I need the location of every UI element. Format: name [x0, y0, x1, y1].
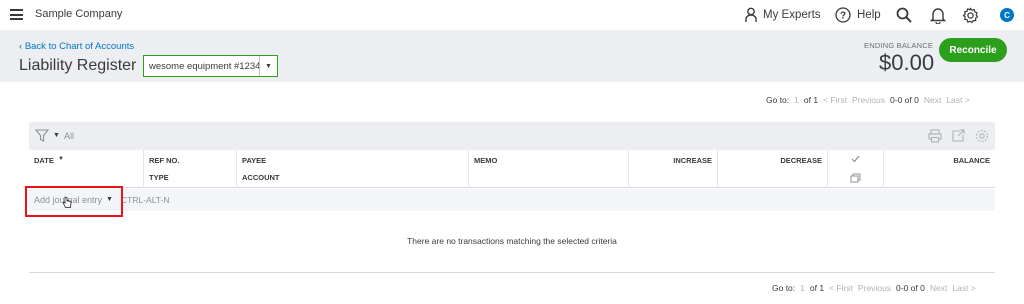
header-type: TYPE — [149, 173, 169, 182]
print-icon[interactable] — [928, 129, 942, 143]
hand-cursor-icon — [62, 196, 72, 208]
empty-state-message: There are no transactions matching the s… — [407, 236, 617, 246]
export-icon[interactable] — [951, 129, 965, 143]
search-button[interactable] — [896, 0, 912, 30]
col-increase[interactable]: INCREASE — [629, 150, 718, 188]
goto-label: Go to: — [766, 95, 790, 105]
pager-top: Go to: 1 of 1 < First Previous 0-0 of 0 … — [766, 93, 975, 107]
register-header: ‹ Back to Chart of Accounts Liability Re… — [0, 30, 1024, 82]
account-select-value: wesome equipment #1234 — [149, 60, 261, 72]
range-label: 0-0 of 0 — [896, 283, 925, 293]
notifications-button[interactable] — [930, 0, 946, 30]
svg-text:?: ? — [840, 11, 846, 22]
back-link[interactable]: ‹ Back to Chart of Accounts — [19, 41, 134, 52]
company-name: Sample Company — [35, 8, 123, 20]
last-page-link[interactable]: Last > — [952, 283, 975, 293]
last-page-link[interactable]: Last > — [946, 95, 969, 105]
back-link-label: Back to Chart of Accounts — [24, 41, 135, 52]
goto-page-input[interactable]: 1 — [794, 95, 799, 105]
hamburger-icon[interactable] — [10, 9, 23, 20]
header-decrease: DECREASE — [780, 156, 822, 165]
help-label: Help — [857, 9, 881, 21]
avatar[interactable]: C — [1000, 8, 1014, 22]
ending-balance-value: $0.00 — [879, 50, 935, 75]
header-account: ACCOUNT — [242, 173, 280, 182]
help-button[interactable]: ? Help — [835, 0, 881, 30]
range-label: 0-0 of 0 — [890, 95, 919, 105]
header-balance: BALANCE — [953, 156, 990, 165]
col-decrease[interactable]: DECREASE — [718, 150, 828, 188]
filter-bar: ▼ All — [29, 122, 995, 150]
top-bar: Sample Company My Experts ? Help C — [0, 0, 1024, 30]
divider — [29, 272, 995, 273]
ending-balance-label: ENDING BALANCE — [864, 41, 934, 50]
first-page-link[interactable]: < First — [829, 283, 853, 293]
next-page-link[interactable]: Next — [924, 95, 941, 105]
search-icon — [896, 7, 912, 23]
reconcile-button[interactable]: Reconcile — [939, 38, 1007, 62]
account-select[interactable]: wesome equipment #1234 ▼ — [143, 55, 278, 77]
col-memo[interactable]: MEMO — [469, 150, 629, 188]
header-ref-no: REF NO. — [149, 156, 180, 165]
col-payee-account[interactable]: PAYEE ACCOUNT — [237, 150, 469, 188]
keyboard-shortcut-hint: CTRL-ALT-N — [121, 195, 170, 205]
next-page-link[interactable]: Next — [930, 283, 947, 293]
pager-bottom: Go to: 1 of 1 < First Previous 0-0 of 0 … — [772, 281, 981, 295]
col-balance[interactable]: BALANCE — [884, 150, 995, 188]
my-experts-button[interactable]: My Experts — [745, 0, 821, 30]
filter-value[interactable]: All — [64, 131, 74, 141]
chevron-down-icon[interactable]: ▼ — [259, 56, 277, 76]
bell-icon — [930, 7, 946, 24]
page-count: of 1 — [803, 95, 819, 105]
header-increase: INCREASE — [673, 156, 712, 165]
gear-icon — [962, 6, 979, 23]
previous-page-link[interactable]: Previous — [852, 95, 885, 105]
col-date[interactable]: DATE ▼ — [29, 150, 144, 188]
col-ref-type[interactable]: REF NO. TYPE — [144, 150, 237, 188]
table-header: DATE ▼ REF NO. TYPE PAYEE ACCOUNT MEMO I… — [29, 150, 995, 188]
first-page-link[interactable]: < First — [823, 95, 847, 105]
goto-label: Go to: — [772, 283, 796, 293]
header-date: DATE — [34, 156, 54, 165]
goto-page-input[interactable]: 1 — [800, 283, 805, 293]
filter-caret-icon[interactable]: ▼ — [53, 132, 60, 139]
col-cleared[interactable] — [828, 150, 884, 188]
person-icon — [745, 7, 757, 22]
help-icon: ? — [835, 7, 851, 23]
my-experts-label: My Experts — [763, 9, 821, 21]
highlight-box — [25, 186, 123, 217]
previous-page-link[interactable]: Previous — [858, 283, 891, 293]
settings-icon[interactable] — [975, 129, 989, 143]
page-title: Liability Register — [19, 57, 137, 74]
copy-icon — [850, 173, 861, 183]
header-payee: PAYEE — [242, 156, 267, 165]
settings-button[interactable] — [962, 0, 979, 30]
sort-down-icon: ▼ — [58, 156, 64, 162]
page-count: of 1 — [809, 283, 825, 293]
header-memo: MEMO — [474, 156, 498, 165]
checkmark-icon — [851, 155, 860, 163]
filter-icon[interactable] — [35, 129, 49, 142]
add-entry-row: Add journal entry ▼ CTRL-ALT-N — [29, 189, 995, 211]
